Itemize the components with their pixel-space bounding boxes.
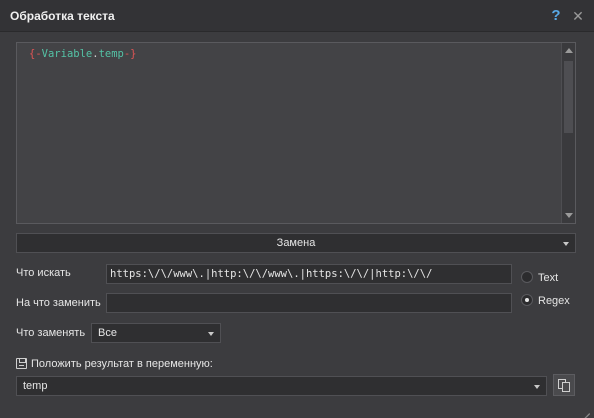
result-variable-select[interactable]: temp bbox=[16, 376, 547, 396]
scrollbar-thumb[interactable] bbox=[564, 61, 573, 133]
editor-content: {-Variable.temp-} bbox=[29, 48, 137, 60]
replace-label: На что заменить bbox=[16, 297, 101, 309]
radio-regex-label: Regex bbox=[538, 295, 570, 307]
scope-label: Что заменять bbox=[16, 327, 86, 339]
find-input-value: https:\/\/www\.|http:\/\/www\.|https:\/\… bbox=[110, 268, 433, 280]
chevron-down-icon bbox=[534, 385, 540, 389]
token-variable: Variable bbox=[41, 48, 93, 60]
radio-regex[interactable] bbox=[521, 294, 533, 306]
scroll-down-icon[interactable] bbox=[565, 213, 573, 218]
token-open-brace: {- bbox=[29, 48, 42, 60]
operation-mode-value: Замена bbox=[276, 237, 316, 249]
scope-value: Все bbox=[98, 327, 117, 339]
editor-scrollbar[interactable] bbox=[561, 43, 575, 223]
token-close-brace: -} bbox=[123, 48, 137, 60]
chevron-down-icon bbox=[563, 242, 569, 246]
replace-input[interactable] bbox=[106, 293, 512, 313]
copy-icon-front bbox=[562, 382, 570, 392]
floppy-disk-icon bbox=[16, 358, 27, 369]
result-variable-value: temp bbox=[23, 380, 48, 392]
copy-button[interactable] bbox=[553, 374, 575, 396]
result-variable-label: Положить результат в переменную: bbox=[31, 358, 213, 370]
find-label: Что искать bbox=[16, 267, 71, 279]
close-icon[interactable]: ✕ bbox=[570, 6, 586, 26]
token-variable-name: temp bbox=[98, 48, 124, 60]
chevron-down-icon bbox=[208, 332, 214, 336]
resize-grip-icon[interactable] bbox=[578, 402, 590, 418]
find-input[interactable]: https:\/\/www\.|http:\/\/www\.|https:\/\… bbox=[106, 264, 512, 284]
scroll-up-icon[interactable] bbox=[565, 48, 573, 53]
radio-text-label: Text bbox=[538, 272, 559, 284]
help-icon[interactable]: ? bbox=[548, 6, 564, 26]
text-editor[interactable]: {-Variable.temp-} bbox=[16, 42, 576, 224]
title-bar: Обработка текста ? ✕ bbox=[0, 0, 594, 32]
radio-text[interactable] bbox=[521, 271, 533, 283]
scope-select[interactable]: Все bbox=[91, 323, 221, 343]
window-title: Обработка текста bbox=[10, 9, 115, 23]
operation-mode-select[interactable]: Замена bbox=[16, 233, 576, 253]
